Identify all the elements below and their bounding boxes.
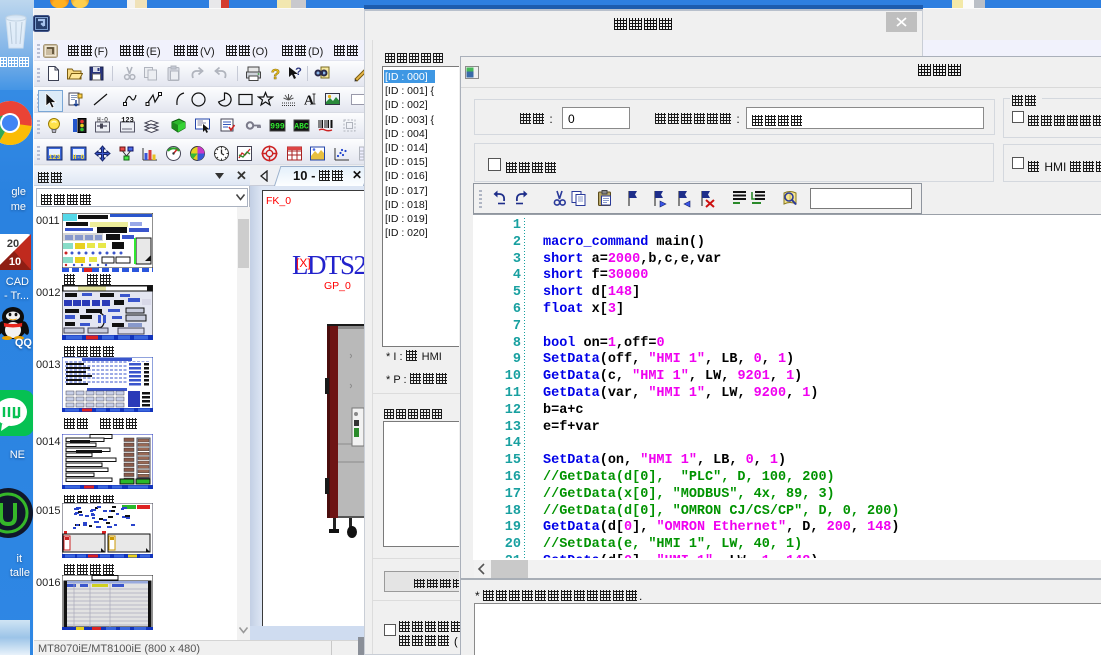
svg-text:123: 123 [49, 154, 61, 161]
svg-text:10: 10 [9, 256, 21, 268]
svg-text:H-O: H-O [73, 154, 85, 161]
svg-text:?: ? [295, 66, 302, 78]
svg-text:999: 999 [270, 123, 285, 132]
svg-text:?: ? [271, 66, 280, 82]
svg-text:A: A [304, 94, 315, 109]
svg-text:ABC: ABC [294, 123, 309, 132]
svg-text:123: 123 [121, 117, 134, 125]
svg-text:H-O: H-O [97, 117, 108, 124]
svg-text:20: 20 [7, 238, 19, 250]
